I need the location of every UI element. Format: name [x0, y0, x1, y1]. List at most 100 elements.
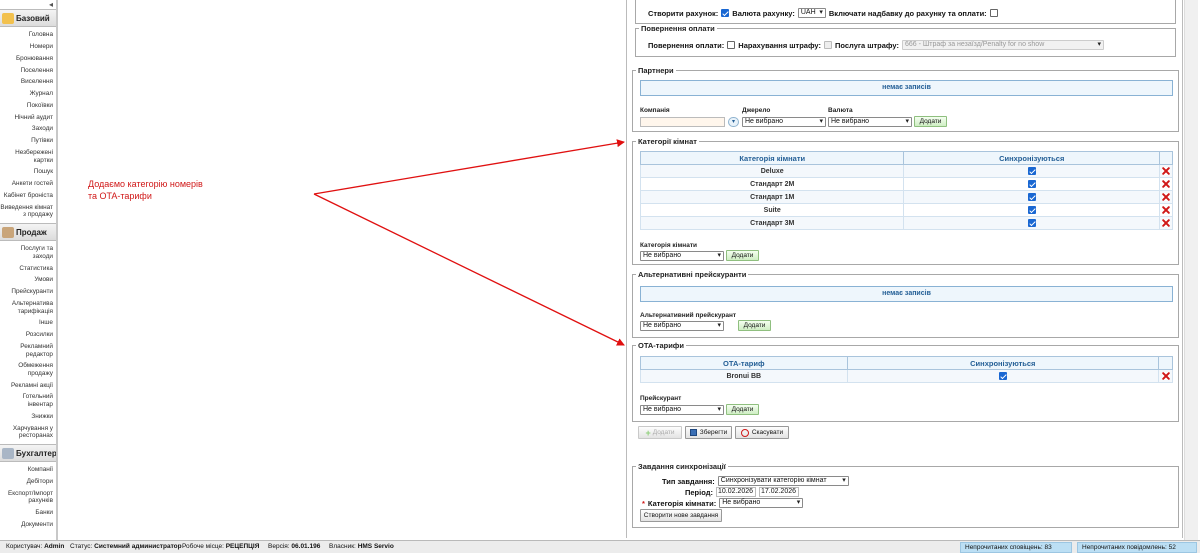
sidebar-item[interactable]: Альтернатива тарифікація: [0, 300, 56, 315]
sidebar-item[interactable]: Бронювання: [0, 55, 56, 63]
section-icon: [2, 227, 14, 239]
penalty-service-label: Послуга штрафу:: [834, 40, 899, 50]
alt-pricelist-add-button[interactable]: Додати: [738, 320, 771, 331]
task-type-label: Тип завдання:: [662, 476, 715, 486]
sidebar-item[interactable]: Виселення: [0, 78, 56, 86]
company-lookup-button[interactable]: ▾: [728, 117, 739, 127]
cancel-button[interactable]: Скасувати: [735, 426, 789, 439]
sidebar-item[interactable]: Путівки: [0, 137, 56, 145]
sidebar-item[interactable]: Пошук: [0, 168, 56, 176]
partner-currency-select[interactable]: Не вибрано: [828, 117, 912, 127]
room-category-select[interactable]: Не вибрано: [640, 251, 724, 261]
add-button[interactable]: + Додати: [638, 426, 682, 439]
sidebar-item[interactable]: Готельний інвентар: [0, 393, 56, 408]
sidebar-item[interactable]: Банки: [0, 509, 56, 517]
create-invoice-checkbox[interactable]: [721, 9, 730, 17]
sidebar-item[interactable]: Журнал: [0, 90, 56, 98]
ota-tariff-add-button[interactable]: Додати: [726, 404, 759, 415]
delete-icon[interactable]: [1162, 193, 1170, 201]
sidebar: ◂ Базовий Головна Номери Бронювання Поселенн…: [0, 0, 57, 540]
sidebar-collapse-button[interactable]: ◂: [0, 0, 56, 9]
sidebar-item[interactable]: Головна: [0, 31, 56, 39]
row-sync-cell: [903, 164, 1160, 178]
task-type-select[interactable]: Синхронізувати категорію кімнат: [717, 476, 849, 486]
sidebar-item[interactable]: Документи: [0, 521, 56, 529]
source-value: Не вибрано: [745, 118, 784, 125]
sidebar-item[interactable]: Експорт/Імпорт рахунків: [0, 490, 56, 505]
sidebar-item[interactable]: Анкети гостей: [0, 180, 56, 188]
partner-add-button[interactable]: Додати: [914, 116, 947, 127]
sync-checkbox[interactable]: [1027, 193, 1036, 201]
sidebar-item[interactable]: Компанії: [0, 466, 56, 474]
pricelist-label: Прейскурант: [640, 395, 682, 402]
invoice-currency-label: Валюта рахунку:: [732, 8, 795, 18]
sidebar-item[interactable]: Нічний аудит: [0, 114, 56, 122]
room-category-add-button[interactable]: Додати: [726, 250, 759, 261]
col-header-sync: Синхронізуються: [903, 151, 1160, 165]
task-category-select[interactable]: Не вибрано: [719, 498, 804, 508]
sidebar-item[interactable]: Прейскуранти: [0, 288, 56, 296]
row-sync-cell: [846, 369, 1160, 383]
sidebar-item[interactable]: Знижки: [0, 413, 56, 421]
sidebar-section-1[interactable]: Продаж: [0, 223, 56, 242]
invoice-currency-select[interactable]: UAH: [797, 8, 826, 18]
company-input[interactable]: [640, 117, 725, 127]
sidebar-item[interactable]: Покоївки: [0, 102, 56, 110]
sidebar-item[interactable]: Номери: [0, 43, 56, 51]
sync-checkbox[interactable]: [1027, 219, 1036, 227]
delete-icon[interactable]: [1162, 180, 1170, 188]
delete-icon[interactable]: [1161, 372, 1170, 380]
sidebar-item[interactable]: Умови: [0, 276, 56, 284]
penalty-service-select[interactable]: 666 - Штраф за незаїзд/Penalty for no sh…: [901, 40, 1104, 50]
company-label: Компанія: [640, 107, 670, 114]
sidebar-item[interactable]: Статистика: [0, 265, 56, 273]
alt-pricelist-select[interactable]: Не вибрано: [640, 321, 724, 331]
sidebar-item[interactable]: Розсилки: [0, 331, 56, 339]
delete-icon[interactable]: [1162, 167, 1170, 175]
alt-pricelists-empty: немає записів: [640, 286, 1173, 302]
sidebar-item[interactable]: Незбережені картки: [0, 149, 56, 164]
unread-alerts-badge[interactable]: Непрочитаних сповіщень: 83: [960, 542, 1072, 553]
sidebar-item[interactable]: Харчування у ресторанах: [0, 425, 56, 440]
sidebar-item[interactable]: Рекламні акції: [0, 382, 56, 390]
source-select[interactable]: Не вибрано: [742, 117, 826, 127]
sidebar-item[interactable]: Інше: [0, 319, 56, 327]
save-button[interactable]: Зберегти: [685, 426, 732, 439]
sidebar-item[interactable]: Рекламний редактор: [0, 343, 56, 358]
row-name: Bronui BB: [640, 369, 848, 383]
sidebar-section-2[interactable]: Бухгалтерія: [0, 444, 56, 462]
col-header-ota-tariff: ОТА-тариф: [640, 356, 848, 370]
sidebar-section-title: Бухгалтерія: [16, 449, 57, 458]
pricelist-select[interactable]: Не вибрано: [640, 405, 724, 415]
scrollbar[interactable]: [1184, 0, 1198, 540]
refund-checkbox[interactable]: [727, 41, 736, 49]
sidebar-item[interactable]: Поселення: [0, 67, 56, 75]
settings-panel: Створити рахунок: Валюта рахунку: UAH Вк…: [626, 0, 1183, 538]
include-markup-checkbox[interactable]: [989, 9, 998, 17]
unread-messages-badge[interactable]: Непрочитаних повідомлень: 52: [1077, 542, 1197, 553]
section-icon: [2, 448, 14, 460]
penalty-service-value: 666 - Штраф за незаїзд/Penalty for no sh…: [904, 41, 1045, 48]
sidebar-item[interactable]: Дебітори: [0, 478, 56, 486]
create-task-button[interactable]: Створити нове завдання: [640, 509, 722, 522]
sidebar-item[interactable]: Послуги та заходи: [0, 245, 56, 260]
sidebar-section-0[interactable]: Базовий: [0, 9, 56, 27]
room-categories-table: Категорія кімнати Синхронізуються Deluxe…: [639, 151, 1173, 230]
penalty-checkbox[interactable]: [823, 41, 832, 49]
sidebar-item[interactable]: Кабінет броніста: [0, 192, 56, 200]
sidebar-item[interactable]: Обмеження продажу: [0, 362, 56, 377]
sync-checkbox[interactable]: [998, 372, 1007, 380]
sidebar-section-title: Базовий: [16, 14, 50, 23]
delete-icon[interactable]: [1162, 206, 1170, 214]
sidebar-item[interactable]: Заходи: [0, 125, 56, 133]
row-delete-cell: [1159, 190, 1173, 204]
sync-checkbox[interactable]: [1027, 167, 1036, 175]
delete-icon[interactable]: [1162, 219, 1170, 227]
date-from-input[interactable]: 10.02.2026: [715, 487, 756, 497]
sync-checkbox[interactable]: [1027, 180, 1036, 188]
date-to-input[interactable]: 17.02.2026: [758, 487, 799, 497]
sync-checkbox[interactable]: [1027, 206, 1036, 214]
refund-label: Повернення оплати:: [648, 40, 725, 50]
col-header-category: Категорія кімнати: [639, 151, 905, 165]
sidebar-item[interactable]: Виведення кімнат з продажу: [0, 204, 56, 219]
